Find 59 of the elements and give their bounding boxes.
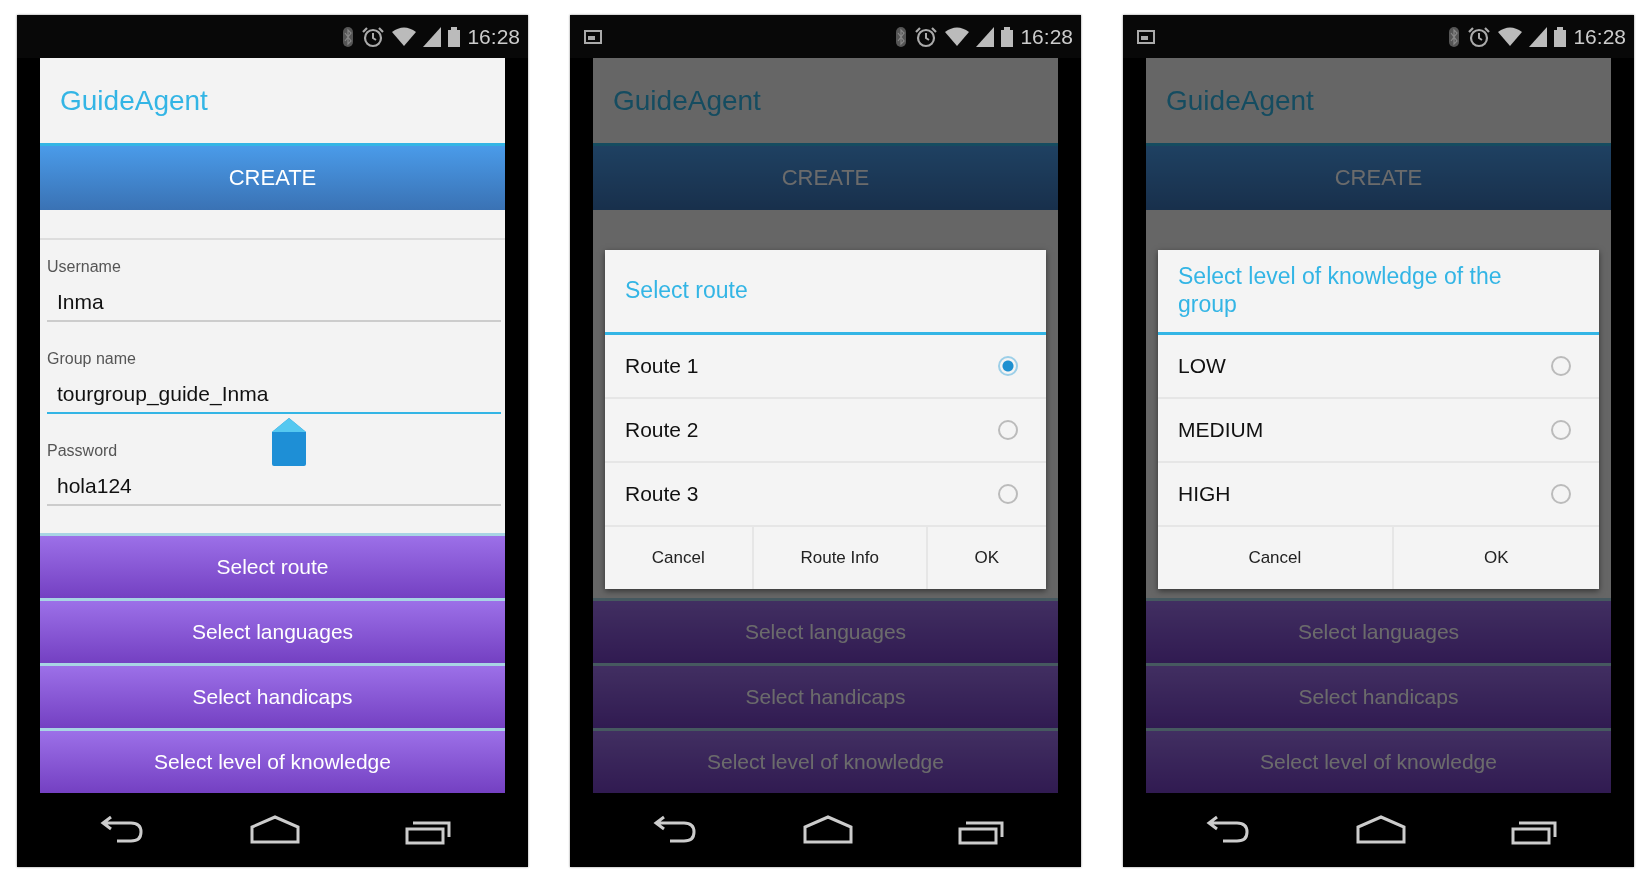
field-label: Password [47,442,119,460]
option-label: LOW [1178,354,1226,378]
battery-icon [1554,26,1567,47]
dialog-button[interactable]: Cancel [605,527,754,589]
home-icon[interactable] [1356,815,1406,845]
bluetooth-icon [1448,25,1461,48]
signal-icon [423,26,442,47]
radio-button[interactable] [998,484,1018,504]
menu-button[interactable]: Select languages [40,598,505,663]
dialog-title: Select level of knowledge of the group [1178,263,1503,319]
option-row[interactable]: Route 1 [605,335,1046,399]
signal-icon [1529,26,1548,47]
option-label: Route 3 [625,482,699,506]
option-label: MEDIUM [1178,418,1264,442]
create-button[interactable]: CREATE [40,143,505,210]
alarm-icon [361,25,386,48]
bluetooth-icon [895,25,908,48]
bluetooth-icon [342,25,355,48]
radio-button[interactable] [1551,484,1571,504]
wifi-icon [392,26,417,47]
dialog-title: Select route [625,277,748,305]
clock-time: 16:28 [467,24,520,49]
dialog-button[interactable]: Route Info [753,527,928,589]
app-title: GuideAgent [60,84,208,117]
clock-time: 16:28 [1020,24,1073,49]
app-title: GuideAgent [1166,84,1314,117]
radio-button[interactable] [1551,420,1571,440]
battery-icon [448,26,461,47]
radio-button[interactable] [998,356,1018,376]
text-cursor-handle[interactable] [272,418,306,466]
text-field[interactable]: tourgroup_guide_Inma [47,380,501,414]
radio-button[interactable] [998,420,1018,440]
radio-button[interactable] [1551,356,1571,376]
dialog-button[interactable]: Cancel [1158,527,1394,589]
menu-button[interactable]: Select handicaps [40,663,505,728]
field-label: Group name [47,350,137,368]
battery-icon [1001,26,1014,47]
option-label: Route 2 [625,418,699,442]
text-field[interactable]: hola124 [47,472,501,506]
option-row[interactable]: LOW [1158,335,1599,399]
menu-button[interactable]: Select level of knowledge [40,728,505,793]
home-icon[interactable] [803,815,853,845]
wifi-icon [1498,26,1523,47]
option-label: HIGH [1178,482,1231,506]
option-row[interactable]: Route 2 [605,399,1046,463]
dialog-button[interactable]: OK [927,527,1046,589]
option-label: Route 1 [625,354,699,378]
dialog-button[interactable]: OK [1393,527,1599,589]
field-label: Username [47,258,122,276]
option-row[interactable]: MEDIUM [1158,399,1599,463]
text-field[interactable]: Inma [47,288,501,322]
signal-icon [976,26,995,47]
menu-button[interactable]: Select route [40,533,505,598]
home-icon[interactable] [250,815,300,845]
app-title: GuideAgent [613,84,761,117]
wifi-icon [945,26,970,47]
clock-time: 16:28 [1573,24,1626,49]
alarm-icon [914,25,939,48]
alarm-icon [1467,25,1492,48]
